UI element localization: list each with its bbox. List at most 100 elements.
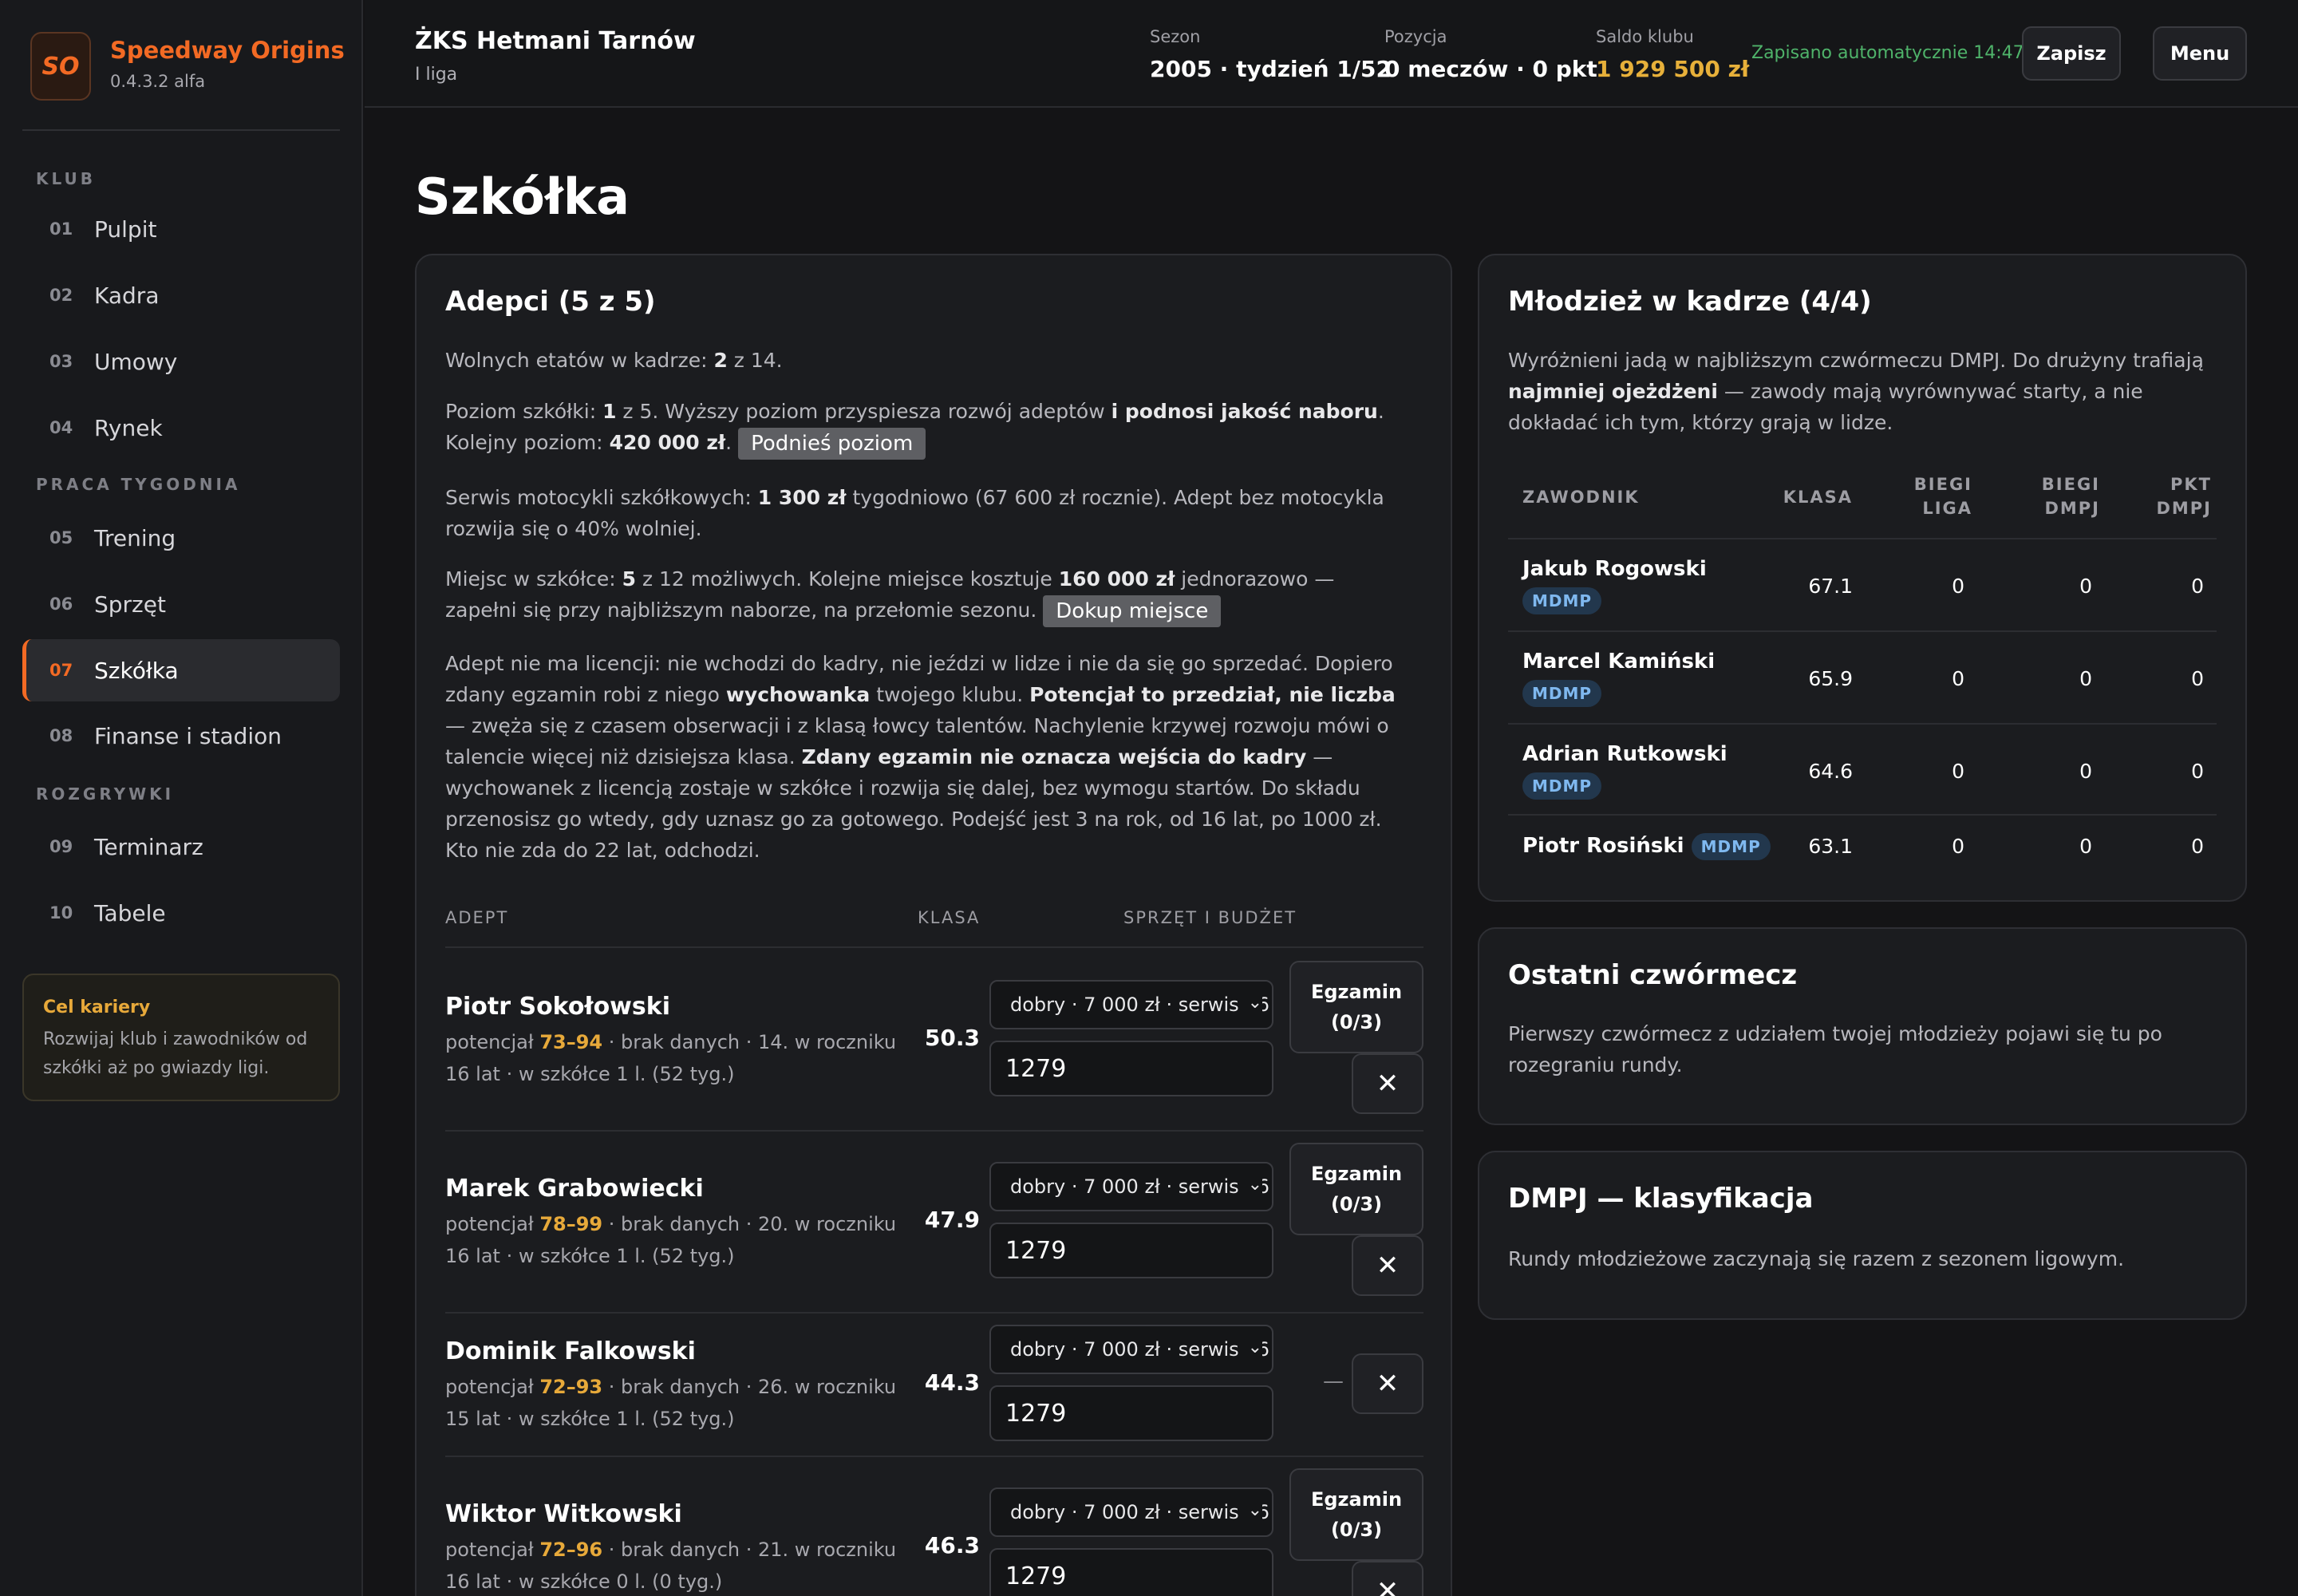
youth-description: Wyróżnieni jadą w najbliższym czwórmeczu… — [1508, 349, 2204, 434]
sidebar-item-finanse[interactable]: 08 Finanse i stadion — [22, 705, 340, 767]
nav-number: 07 — [49, 661, 73, 680]
equipment-select[interactable]: dobry · 7 000 zł · serwis 26 ⌄ — [989, 1487, 1273, 1537]
stat-value: 1 929 500 zł — [1596, 56, 1750, 82]
equipment-select[interactable]: dobry · 7 000 zł · serwis 26 ⌄ — [989, 1325, 1273, 1374]
sidebar-item-terminarz[interactable]: 09 Terminarz — [22, 816, 340, 878]
remove-adept-button[interactable]: ✕ — [1352, 1053, 1423, 1114]
remove-adept-button[interactable]: ✕ — [1352, 1353, 1423, 1414]
rider-league-heats: 0 — [1952, 760, 1964, 783]
page-title: Szkółka — [415, 168, 630, 226]
sidebar-item-kadra[interactable]: 02 Kadra — [22, 264, 340, 326]
sidebar-item-pulpit[interactable]: 01 Pulpit — [22, 198, 340, 260]
rider-league-heats: 0 — [1952, 667, 1964, 690]
nav-label: Umowy — [94, 348, 178, 375]
budget-input[interactable]: 1279 — [989, 1041, 1273, 1096]
school-level-text: Poziom szkółki: 1 z 5. Wyższy poziom prz… — [445, 396, 1411, 460]
remove-adept-button[interactable]: ✕ — [1352, 1235, 1423, 1296]
row-divider — [445, 1312, 1423, 1314]
career-goal-card: Cel kariery Rozwijaj klub i zawodników o… — [22, 974, 340, 1101]
sidebar-item-rynek[interactable]: 04 Rynek — [22, 397, 340, 459]
adept-name[interactable]: Dominik Falkowski — [445, 1337, 696, 1365]
stat-balance: Saldo klubu 1 929 500 zł — [1596, 27, 1749, 82]
adepts-title: Adepci (5 z 5) — [445, 286, 656, 318]
rider-name[interactable]: Jakub Rogowski — [1522, 557, 1707, 581]
rider-name[interactable]: Adrian Rutkowski — [1522, 742, 1727, 766]
mdmp-badge: MDMP — [1522, 680, 1602, 707]
col-adept: ADEPT — [445, 908, 509, 927]
equipment-select[interactable]: dobry · 7 000 zł · serwis 26 ⌄ — [989, 1162, 1273, 1211]
chevron-down-icon: ⌄ — [1242, 1175, 1262, 1195]
youth-title: Młodzież w kadrze (4/4) — [1508, 286, 1872, 318]
exam-button[interactable]: Egzamin (0/3) — [1289, 961, 1423, 1053]
nav-section-week: PRACA TYGODNIA — [36, 475, 241, 494]
stat-value: 2005 · tydzień 1/52 — [1150, 56, 1392, 82]
table-divider — [445, 946, 1423, 948]
sidebar-item-umowy[interactable]: 03 Umowy — [22, 330, 340, 393]
nav-label: Kadra — [94, 282, 160, 309]
brand-name: Speedway Origins — [110, 37, 345, 64]
adept-name[interactable]: Piotr Sokołowski — [445, 993, 670, 1021]
close-icon: ✕ — [1376, 1068, 1400, 1100]
sidebar-item-sprzet[interactable]: 06 Sprzęt — [22, 573, 340, 635]
sidebar-item-tabele[interactable]: 10 Tabele — [22, 882, 340, 944]
equipment-select[interactable]: dobry · 7 000 zł · serwis 26 ⌄ — [989, 980, 1273, 1029]
sidebar-item-trening[interactable]: 05 Trening — [22, 507, 340, 569]
menu-button[interactable]: Menu — [2153, 26, 2247, 81]
budget-input[interactable]: 1279 — [989, 1223, 1273, 1278]
adept-name[interactable]: Marek Grabowiecki — [445, 1175, 704, 1203]
close-icon: ✕ — [1376, 1250, 1400, 1282]
row-divider — [1508, 723, 2217, 725]
brand[interactable]: SO Speedway Origins 0.4.3.2 alfa — [30, 32, 345, 101]
dmpj-text: Rundy młodzieżowe zaczynają się razem z … — [1508, 1247, 2125, 1270]
rider-dmpj-heats: 0 — [2079, 760, 2092, 783]
license-info-text: Adept nie ma licencji: nie wchodzi do ka… — [445, 652, 1396, 862]
budget-input[interactable]: 1279 — [989, 1548, 1273, 1596]
remove-adept-button[interactable]: ✕ — [1352, 1561, 1423, 1596]
rider-dmpj-heats: 0 — [2079, 575, 2092, 598]
nav-label: Sprzęt — [94, 591, 166, 618]
school-slots-text: Miejsc w szkółce: 5 z 12 możliwych. Kole… — [445, 563, 1411, 627]
dmpj-title: DMPJ — klasyfikacja — [1508, 1183, 1814, 1215]
rider-league-heats: 0 — [1952, 575, 1964, 598]
raise-level-button[interactable]: Podnieś poziom — [738, 428, 926, 460]
brand-divider — [22, 129, 340, 131]
club-league: I liga — [415, 65, 458, 85]
col-dmpj-points: PKT DMPJ — [2156, 475, 2212, 518]
club-name: ŻKS Hetmani Tarnów — [415, 27, 696, 55]
topbar: ŻKS Hetmani Tarnów I liga Sezon 2005 · t… — [365, 0, 2298, 108]
nav-label: Szkółka — [94, 657, 179, 684]
rider-name[interactable]: Piotr Rosiński MDMP — [1522, 833, 1771, 860]
stat-season: Sezon 2005 · tydzień 1/52 — [1150, 27, 1392, 82]
rider-dmpj-heats: 0 — [2079, 835, 2092, 858]
row-divider — [1508, 814, 2217, 816]
exam-button[interactable]: Egzamin (0/3) — [1289, 1468, 1423, 1561]
free-slots-text: Wolnych etatów w kadrze: 2 z 14. — [445, 349, 783, 372]
table-divider — [1508, 538, 2217, 539]
adept-name[interactable]: Wiktor Witkowski — [445, 1500, 682, 1528]
nav-number: 06 — [49, 595, 73, 614]
col-class: KLASA — [1783, 488, 1853, 507]
nav-label: Rynek — [94, 414, 163, 441]
rider-class: 63.1 — [1808, 835, 1853, 858]
close-icon: ✕ — [1376, 1575, 1400, 1596]
sidebar-item-szkolka[interactable]: 07 Szkółka — [22, 639, 340, 701]
rider-dmpj-points: 0 — [2191, 667, 2204, 690]
service-text: Serwis motocykli szkółkowych: 1 300 zł t… — [445, 486, 1384, 540]
last-meet-text: Pierwszy czwórmecz z udziałem twojej mło… — [1508, 1022, 2162, 1077]
stat-label: Pozycja — [1384, 27, 1447, 46]
nav-label: Tabele — [94, 899, 166, 926]
buy-slot-button[interactable]: Dokup miejsce — [1043, 595, 1222, 627]
stat-value: 0 meczów · 0 pkt — [1384, 56, 1597, 82]
budget-input[interactable]: 1279 — [989, 1385, 1273, 1441]
nav-number: 02 — [49, 286, 73, 305]
stat-position: Pozycja 0 meczów · 0 pkt — [1384, 27, 1597, 82]
row-divider — [445, 1130, 1423, 1132]
rider-dmpj-points: 0 — [2191, 575, 2204, 598]
save-button[interactable]: Zapisz — [2022, 26, 2121, 81]
stat-label: Saldo klubu — [1596, 27, 1694, 46]
nav-label: Terminarz — [94, 833, 203, 860]
exam-button[interactable]: Egzamin (0/3) — [1289, 1143, 1423, 1235]
sidebar: SO Speedway Origins 0.4.3.2 alfa KLUB 01… — [0, 0, 363, 1596]
adept-class: 47.9 — [924, 1207, 980, 1233]
rider-name[interactable]: Marcel Kamiński — [1522, 650, 1715, 674]
